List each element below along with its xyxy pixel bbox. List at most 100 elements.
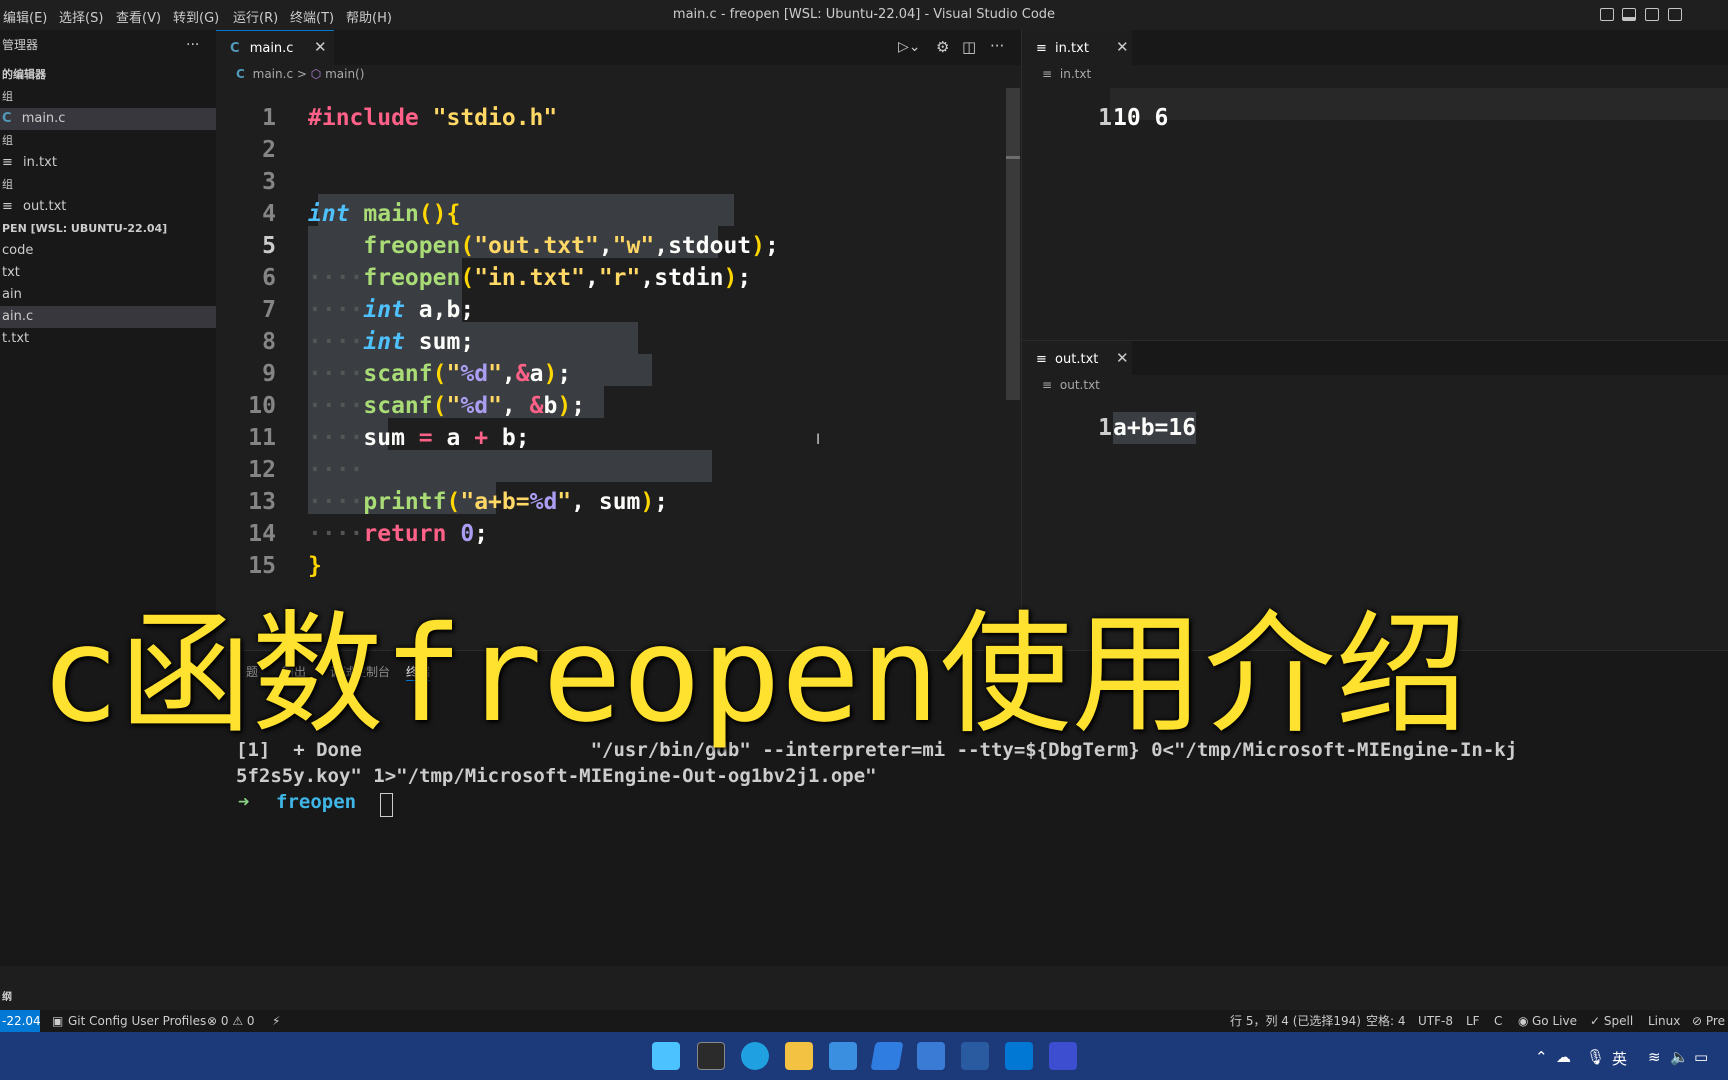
- customize-layout-icon[interactable]: [1668, 8, 1682, 21]
- open-editor-out-txt[interactable]: ≡ out.txt: [0, 196, 216, 218]
- code-token: ,stdin: [640, 265, 724, 291]
- folder-item-main-c[interactable]: ain.c: [0, 306, 216, 328]
- file-explorer-icon[interactable]: [785, 1042, 813, 1070]
- code-line[interactable]: ····printf("a+b=%d", sum);: [308, 486, 668, 518]
- tab-label: main.c: [249, 41, 294, 56]
- terminal-output-line: 5f2s5y.koy" 1>"/tmp/Microsoft-MIEngine-O…: [236, 765, 877, 787]
- mail-icon[interactable]: [829, 1042, 857, 1070]
- code-line[interactable]: ····sum = a + b;: [308, 422, 530, 454]
- code-token: ····: [308, 425, 364, 451]
- gear-icon[interactable]: ⚙: [936, 38, 949, 56]
- code-line[interactable]: ····: [308, 454, 363, 486]
- breadcrumb-file[interactable]: in.txt: [1060, 67, 1091, 81]
- folder-item-main[interactable]: ain: [0, 284, 216, 306]
- code-line[interactable]: int main(){: [308, 198, 460, 230]
- text-file-icon: ≡: [1036, 352, 1047, 367]
- vscode-icon[interactable]: [1005, 1042, 1033, 1070]
- folder-item-txt[interactable]: txt: [0, 262, 216, 284]
- close-icon[interactable]: ✕: [314, 38, 327, 56]
- prettier-indicator[interactable]: ⊘ Pre: [1692, 1010, 1725, 1032]
- selection-highlight: [308, 450, 712, 482]
- code-line[interactable]: ····freopen("in.txt","r",stdin);: [308, 262, 751, 294]
- c-file-icon: C: [236, 67, 245, 81]
- code-editor-group: C main.c ✕ ▷⌄ ⚙ ◫ ··· C main.c > ⬡ main(…: [216, 30, 1021, 650]
- run-debug-icon[interactable]: ▷⌄: [898, 39, 921, 55]
- wifi-icon[interactable]: ≋: [1648, 1048, 1661, 1066]
- code-line[interactable]: }: [308, 550, 322, 582]
- folder-item-out-txt[interactable]: t.txt: [0, 328, 216, 350]
- more-actions-icon[interactable]: ···: [186, 37, 199, 53]
- editor-scrollbar[interactable]: [1006, 88, 1020, 400]
- folder-item-vscode[interactable]: code: [0, 240, 216, 262]
- editor-group-3[interactable]: 组: [0, 174, 216, 196]
- editor-group-2[interactable]: 组: [0, 130, 216, 152]
- encoding[interactable]: UTF-8: [1418, 1010, 1453, 1032]
- edge-icon[interactable]: [741, 1042, 769, 1070]
- chevron-up-icon[interactable]: ⌃: [1535, 1048, 1548, 1066]
- outline-header[interactable]: 纲: [0, 987, 216, 1009]
- ime-indicator[interactable]: 英: [1612, 1048, 1627, 1069]
- breadcrumb-file[interactable]: main.c: [253, 67, 293, 81]
- editor-group-1[interactable]: 组: [0, 86, 216, 108]
- code-token: ····: [308, 393, 364, 419]
- code-token: %d: [529, 489, 558, 515]
- todo-icon[interactable]: [870, 1042, 904, 1070]
- toggle-secondary-sidebar-icon[interactable]: [1645, 8, 1659, 21]
- language-mode[interactable]: C: [1494, 1010, 1502, 1032]
- code-line[interactable]: ····int a,b;: [308, 294, 474, 326]
- spell-checker[interactable]: ✓ Spell: [1590, 1010, 1633, 1032]
- close-icon[interactable]: ✕: [1116, 349, 1129, 367]
- text-file-icon: ≡: [1042, 378, 1053, 392]
- open-editors-header[interactable]: 的编辑器: [0, 64, 216, 86]
- out-file-content[interactable]: a+b=16: [1113, 412, 1197, 444]
- recorder-icon[interactable]: [1049, 1042, 1077, 1070]
- code-token: b;: [488, 425, 530, 451]
- debug-launch-icon[interactable]: ⚡: [272, 1010, 280, 1032]
- close-icon[interactable]: ✕: [1116, 38, 1129, 56]
- code-token: 0: [460, 521, 475, 547]
- code-token: int: [363, 329, 405, 355]
- more-actions-icon[interactable]: ···: [990, 37, 1004, 55]
- code-token: return: [363, 521, 447, 547]
- code-token: +: [474, 425, 489, 451]
- os-indicator[interactable]: Linux: [1648, 1010, 1680, 1032]
- code-line[interactable]: ····scanf("%d",&a);: [308, 358, 571, 390]
- code-line[interactable]: #include "stdio.h": [308, 102, 557, 134]
- toggle-sidebar-icon[interactable]: [1600, 8, 1614, 21]
- microphone-icon[interactable]: 🎙: [1586, 1048, 1605, 1066]
- battery-icon[interactable]: ▭: [1694, 1048, 1708, 1066]
- split-editor-icon[interactable]: ◫: [962, 38, 976, 56]
- code-token: (: [432, 393, 447, 419]
- start-icon[interactable]: [652, 1042, 680, 1070]
- remote-indicator[interactable]: -22.04: [0, 1010, 41, 1032]
- breadcrumb-function[interactable]: main(): [325, 67, 364, 81]
- open-editor-in-txt[interactable]: ≡ in.txt: [0, 152, 216, 174]
- go-live-button[interactable]: Go Live: [1532, 1010, 1577, 1032]
- video-caption-overlay: c函数freopen使用介绍: [40, 598, 1468, 752]
- breadcrumb-file[interactable]: out.txt: [1060, 378, 1100, 392]
- code-token: a,b;: [404, 297, 475, 323]
- toggle-panel-icon[interactable]: [1622, 8, 1636, 21]
- git-config-profiles[interactable]: Git Config User Profiles: [68, 1010, 206, 1032]
- out-tab-bar: ≡ out.txt ✕: [1022, 340, 1728, 376]
- network-app-icon[interactable]: [961, 1042, 989, 1070]
- code-line[interactable]: ····return 0;: [308, 518, 488, 550]
- cloud-icon[interactable]: ☁: [1556, 1048, 1571, 1066]
- volume-icon[interactable]: 🔈: [1670, 1048, 1689, 1066]
- terminal-cursor[interactable]: [380, 793, 393, 817]
- cursor-position[interactable]: 行 5，列 4 (已选择194): [1230, 1010, 1361, 1032]
- indentation[interactable]: 空格: 4: [1366, 1010, 1406, 1032]
- in-file-content[interactable]: 10 6: [1113, 102, 1168, 134]
- code-line[interactable]: ····int sum;: [308, 326, 474, 358]
- code-line[interactable]: ····scanf("%d", &b);: [308, 390, 585, 422]
- terminal-app-icon[interactable]: [697, 1042, 725, 1070]
- code-line[interactable]: freopen("out.txt","w",stdout);: [308, 230, 778, 262]
- function-icon: ⬡: [310, 67, 322, 81]
- code-token: "w": [612, 233, 655, 259]
- git-profiles-icon[interactable]: ▣: [52, 1010, 63, 1032]
- line-ending[interactable]: LF: [1466, 1010, 1480, 1032]
- open-editor-main-c[interactable]: C main.c: [0, 108, 216, 130]
- workspace-header[interactable]: PEN [WSL: UBUNTU-22.04]: [0, 218, 216, 240]
- store-icon[interactable]: [917, 1042, 945, 1070]
- problems-indicator[interactable]: ⊗ 0 ⚠ 0: [207, 1010, 255, 1032]
